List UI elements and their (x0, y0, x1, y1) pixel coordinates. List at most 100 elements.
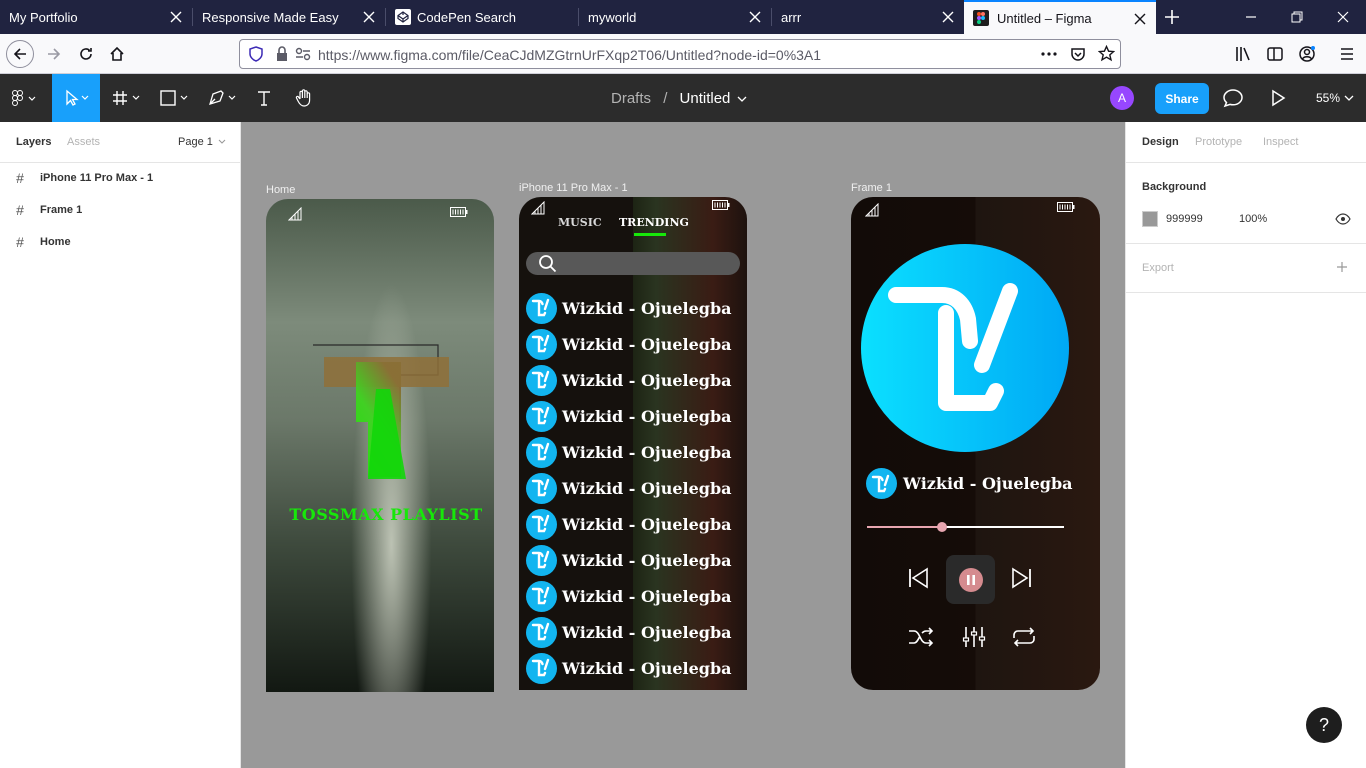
previous-icon[interactable] (907, 567, 929, 589)
browser-tab[interactable]: My Portfolio (0, 0, 192, 34)
search-input[interactable] (526, 252, 740, 275)
background-color-swatch[interactable] (1142, 211, 1158, 227)
pen-tool-button[interactable] (200, 74, 248, 122)
frame-icon (113, 91, 140, 105)
sidebar-icon[interactable] (1266, 45, 1284, 63)
browser-tab[interactable]: Responsive Made Easy (193, 0, 385, 34)
comment-icon[interactable] (1222, 88, 1244, 108)
iphone-frame[interactable]: MUSIC TRENDING Wizkid - Ojuelegba Wizkid … (519, 197, 747, 690)
share-button[interactable]: Share (1155, 83, 1209, 114)
home-button[interactable] (103, 40, 131, 68)
repeat-icon[interactable] (1010, 627, 1038, 647)
song-row[interactable]: Wizkid - Ojuelegba (526, 400, 732, 432)
tab-prototype[interactable]: Prototype (1195, 136, 1242, 148)
tab-assets[interactable]: Assets (67, 136, 100, 148)
close-icon[interactable] (361, 9, 377, 25)
tab-design[interactable]: Design (1142, 136, 1179, 148)
permissions-icon[interactable] (295, 47, 311, 61)
reload-button[interactable] (72, 40, 100, 68)
hand-tool-button[interactable] (288, 74, 320, 122)
v-logo-icon (531, 406, 549, 425)
v-logo-icon (531, 514, 549, 533)
file-title[interactable]: Untitled (680, 90, 731, 107)
song-row[interactable]: Wizkid - Ojuelegba (526, 508, 732, 540)
zoom-dropdown[interactable]: 55% (1316, 91, 1354, 105)
layer-item[interactable]: # Home (0, 226, 240, 258)
breadcrumb-folder[interactable]: Drafts (611, 90, 651, 107)
frame-label[interactable]: Home (266, 184, 295, 196)
text-tool-button[interactable] (248, 74, 280, 122)
browser-tab-active[interactable]: Untitled – Figma (964, 0, 1156, 34)
main-menu-button[interactable] (0, 74, 48, 122)
page-selector[interactable]: Page 1 (178, 136, 226, 148)
add-export-icon[interactable] (1336, 261, 1348, 273)
next-icon[interactable] (1011, 567, 1033, 589)
help-button[interactable]: ? (1306, 707, 1342, 743)
layer-item[interactable]: # iPhone 11 Pro Max - 1 (0, 162, 240, 194)
chevron-down-icon[interactable] (737, 95, 747, 103)
new-tab-icon[interactable] (1163, 8, 1181, 26)
tab-trending[interactable]: TRENDING (619, 216, 689, 229)
tab-music[interactable]: MUSIC (558, 216, 602, 229)
close-icon[interactable] (1132, 11, 1148, 27)
pause-button[interactable] (946, 555, 995, 604)
breadcrumb: Drafts / Untitled (611, 90, 747, 107)
song-row[interactable]: Wizkid - Ojuelegba (526, 436, 732, 468)
bookmark-star-icon[interactable] (1098, 45, 1115, 62)
tossmax-logo-icon (313, 344, 449, 479)
move-tool-button[interactable] (52, 74, 100, 122)
progress-track[interactable] (867, 522, 1064, 532)
close-icon[interactable] (940, 9, 956, 25)
shield-icon[interactable] (248, 46, 264, 62)
active-tab-indicator (634, 233, 666, 236)
menu-icon[interactable] (1338, 45, 1356, 63)
shape-tool-button[interactable] (152, 74, 200, 122)
layer-item[interactable]: # Frame 1 (0, 194, 240, 226)
song-row[interactable]: Wizkid - Ojuelegba (526, 364, 732, 396)
more-icon[interactable] (1040, 47, 1058, 61)
song-row[interactable]: Wizkid - Ojuelegba (526, 616, 732, 648)
progress-knob[interactable] (936, 522, 947, 532)
equalizer-icon[interactable] (962, 626, 986, 648)
song-logo-icon (866, 468, 897, 499)
avatar[interactable]: A (1110, 86, 1134, 110)
window-close-icon[interactable] (1334, 8, 1352, 26)
frame-tool-button[interactable] (104, 74, 152, 122)
frame-label[interactable]: iPhone 11 Pro Max - 1 (519, 182, 628, 194)
pocket-icon[interactable] (1070, 46, 1086, 62)
close-icon[interactable] (168, 9, 184, 25)
library-icon[interactable] (1234, 45, 1252, 63)
design-canvas[interactable]: Home TOSSMAX PLAYLIST iPhone 11 Pro Max … (241, 122, 1125, 768)
browser-tab[interactable]: CodePen Search (386, 0, 578, 34)
present-play-icon[interactable] (1268, 88, 1288, 108)
lock-icon[interactable] (275, 46, 289, 62)
player-frame[interactable]: Wizkid - Ojuelegba (851, 197, 1100, 690)
background-opacity-input[interactable]: 100% (1239, 213, 1267, 225)
song-row[interactable]: Wizkid - Ojuelegba (526, 580, 732, 612)
forward-button[interactable] (40, 40, 68, 68)
restore-icon[interactable] (1288, 8, 1306, 26)
back-button[interactable] (6, 40, 34, 68)
layer-name: Frame 1 (40, 204, 83, 216)
home-frame[interactable]: TOSSMAX PLAYLIST (266, 199, 494, 692)
browser-tab[interactable]: arrr (772, 0, 964, 34)
background-hex-input[interactable]: 999999 (1166, 213, 1203, 225)
minimize-icon[interactable] (1242, 8, 1260, 26)
url-bar[interactable]: https://www.figma.com/file/CeaCJdMZGtrnU… (239, 39, 1121, 69)
song-title: Wizkid - Ojuelegba (562, 622, 732, 642)
browser-tab[interactable]: myworld (579, 0, 771, 34)
close-icon[interactable] (747, 9, 763, 25)
frame-label[interactable]: Frame 1 (851, 182, 892, 194)
rectangle-icon (160, 90, 188, 106)
shuffle-icon[interactable] (907, 627, 935, 647)
song-row[interactable]: Wizkid - Ojuelegba (526, 328, 732, 360)
eye-icon[interactable] (1335, 213, 1351, 225)
song-row[interactable]: Wizkid - Ojuelegba (526, 544, 732, 576)
song-row[interactable]: Wizkid - Ojuelegba (526, 472, 732, 504)
account-icon[interactable] (1298, 45, 1316, 63)
tab-layers[interactable]: Layers (16, 136, 51, 148)
tab-inspect[interactable]: Inspect (1263, 136, 1298, 148)
v-logo-icon (531, 334, 549, 353)
song-row[interactable]: Wizkid - Ojuelegba (526, 652, 732, 684)
song-row[interactable]: Wizkid - Ojuelegba (526, 292, 732, 324)
